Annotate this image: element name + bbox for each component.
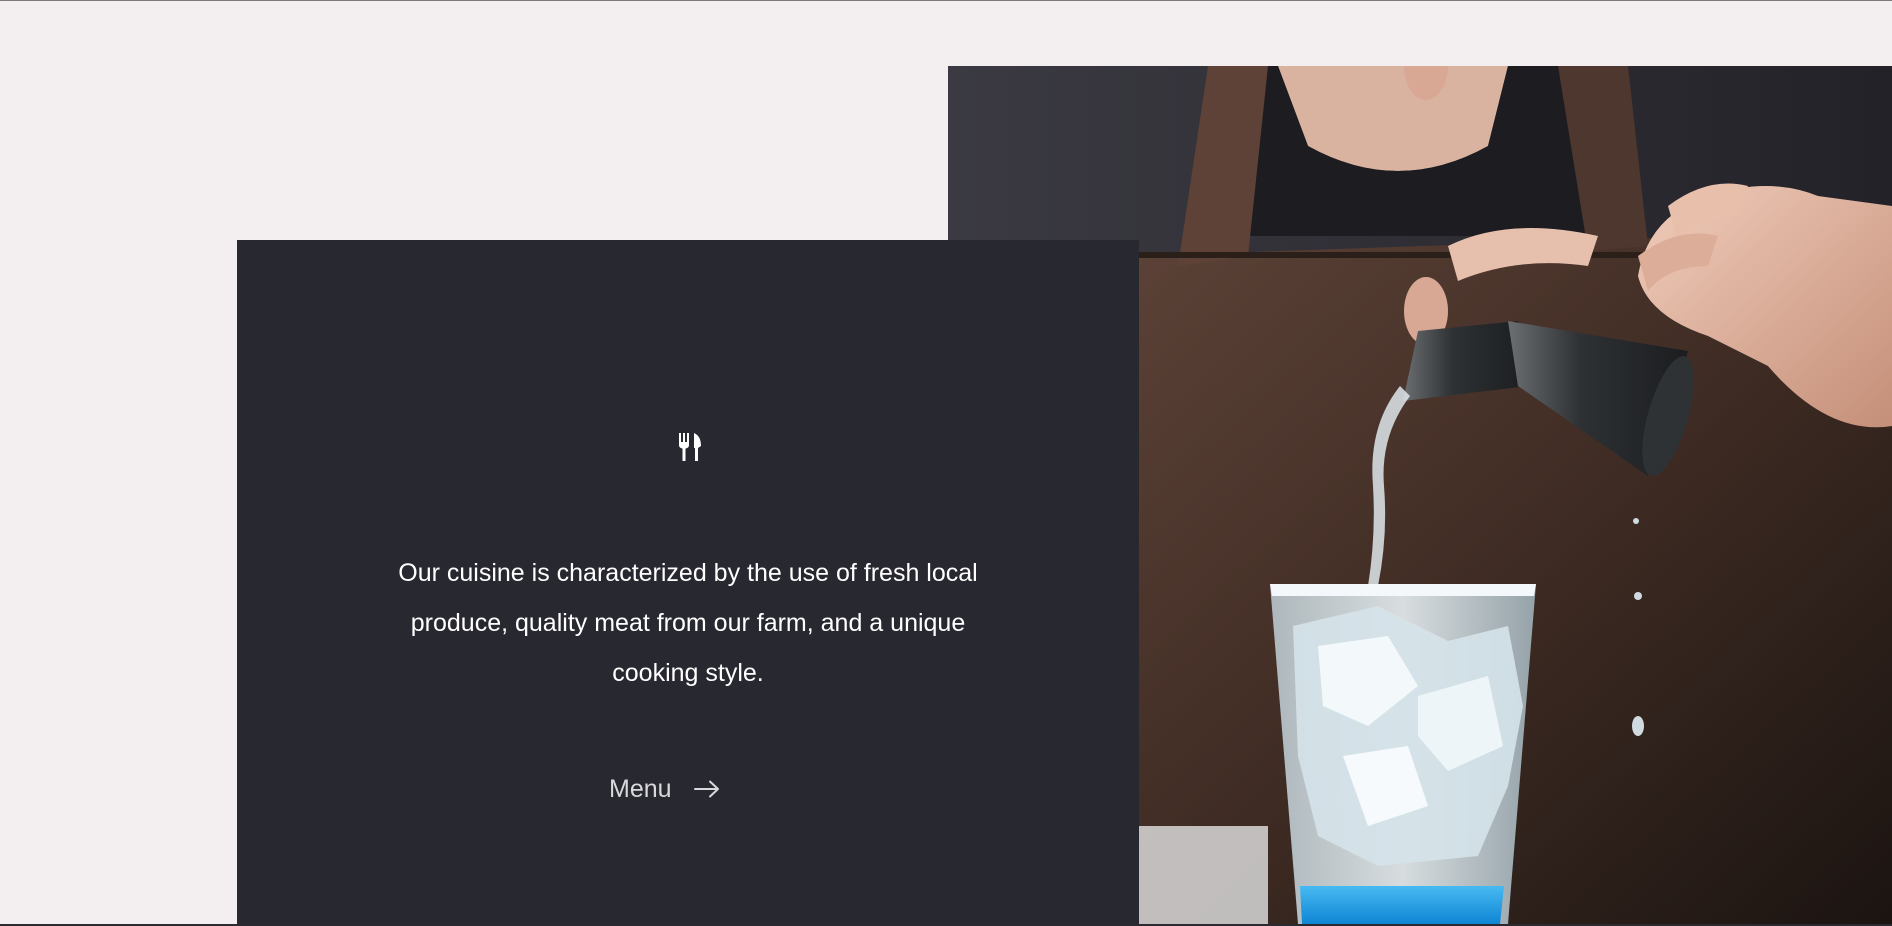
cuisine-tagline: Our cuisine is characterized by the use …	[398, 559, 978, 687]
cutlery-icon	[679, 433, 701, 461]
menu-link-label: Menu	[609, 774, 672, 803]
cuisine-info-card: Our cuisine is characterized by the use …	[237, 240, 1139, 924]
top-divider	[0, 0, 1892, 1]
arrow-right-icon	[693, 780, 719, 798]
menu-link[interactable]: Menu	[609, 772, 720, 806]
